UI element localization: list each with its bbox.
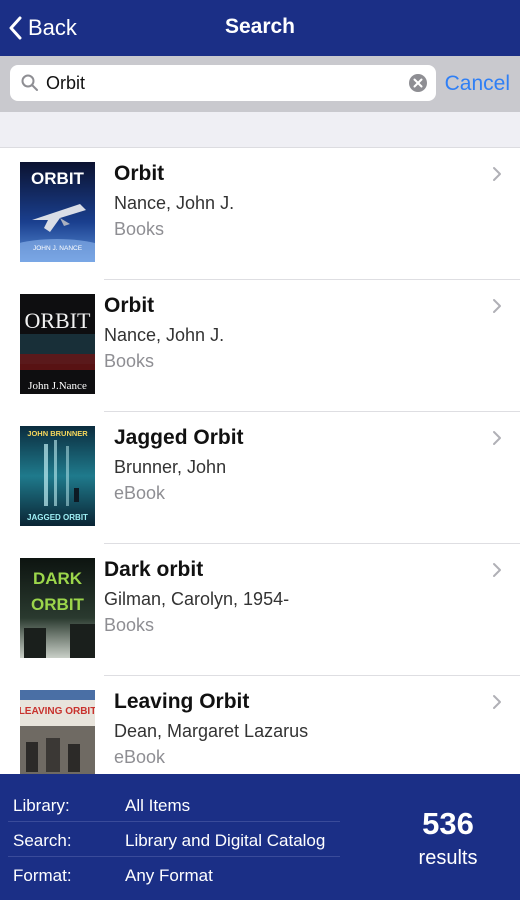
- result-title: Leaving Orbit: [114, 690, 250, 713]
- cover-author-text: JOHN J. NANCE: [33, 245, 83, 252]
- result-item[interactable]: DARK ORBIT Dark orbit Gilman, Carolyn, 1…: [0, 544, 520, 676]
- result-format: Books: [104, 351, 155, 371]
- format-filter-row[interactable]: Format: Any Format: [0, 856, 340, 892]
- library-value: All Items: [125, 796, 191, 815]
- result-item[interactable]: JOHN BRUNNER JAGGED ORBIT Jagged Orbit B…: [0, 412, 520, 544]
- back-button[interactable]: Back: [8, 12, 77, 44]
- chevron-left-icon: [8, 16, 22, 40]
- result-info: Orbit Nance, John J. Books: [104, 294, 480, 372]
- chevron-right-icon: [492, 430, 502, 451]
- page-title: Search: [224, 15, 296, 38]
- cover-author-text: JAGGED ORBIT: [27, 513, 88, 522]
- search-bar: Cancel: [0, 56, 520, 112]
- book-cover-image: JOHN BRUNNER JAGGED ORBIT: [20, 426, 95, 526]
- result-author: Nance, John J.: [104, 325, 225, 345]
- navigation-bar: Back Search: [0, 0, 520, 56]
- result-author: Dean, Margaret Lazarus: [114, 721, 309, 741]
- library-label: Library:: [13, 796, 70, 815]
- library-filter-row[interactable]: Library: All Items: [0, 786, 340, 822]
- chevron-right-icon: [492, 694, 502, 715]
- search-scope-value: Library and Digital Catalog: [125, 831, 326, 850]
- chevron-right-icon: [492, 166, 502, 187]
- result-author: Nance, John J.: [114, 193, 235, 213]
- search-input[interactable]: [46, 72, 396, 94]
- book-cover-image: ORBIT JOHN J. NANCE: [20, 162, 95, 262]
- chevron-right-icon: [492, 562, 502, 583]
- result-info: Orbit Nance, John J. Books: [114, 162, 480, 240]
- back-label: Back: [28, 15, 77, 40]
- cover-title-text: DARK: [33, 569, 83, 588]
- search-field[interactable]: [10, 65, 436, 101]
- cover-subtitle-text: ORBIT: [31, 595, 85, 614]
- search-scope-row[interactable]: Search: Library and Digital Catalog: [0, 821, 340, 857]
- result-title: Jagged Orbit: [114, 426, 244, 449]
- cover-title-text: ORBIT: [31, 169, 85, 188]
- result-title: Orbit: [104, 294, 155, 317]
- chevron-right-icon: [492, 298, 502, 319]
- cover-title-text: ORBIT: [25, 308, 92, 333]
- cover-author-text: John J.Nance: [28, 380, 87, 392]
- format-value: Any Format: [125, 866, 213, 885]
- result-format: Books: [104, 615, 155, 635]
- cover-title-text: JOHN BRUNNER: [27, 429, 88, 438]
- book-cover-image: ORBIT John J.Nance: [20, 294, 95, 394]
- cancel-button[interactable]: Cancel: [445, 72, 510, 96]
- result-title: Orbit: [114, 162, 165, 185]
- results-list[interactable]: ORBIT JOHN J. NANCE Orbit Nance, John J.…: [0, 148, 520, 774]
- result-item[interactable]: ORBIT JOHN J. NANCE Orbit Nance, John J.…: [0, 148, 520, 280]
- book-cover-image: LEAVING ORBIT: [20, 690, 95, 774]
- result-info: Leaving Orbit Dean, Margaret Lazarus eBo…: [114, 690, 480, 768]
- search-scope-label: Search:: [13, 831, 72, 850]
- magnifier-icon: [20, 73, 40, 93]
- section-spacer: [0, 112, 520, 148]
- result-format: eBook: [114, 483, 166, 503]
- result-info: Jagged Orbit Brunner, John eBook: [114, 426, 480, 504]
- book-cover-image: DARK ORBIT: [20, 558, 95, 658]
- result-item[interactable]: LEAVING ORBIT Leaving Orbit Dean, Margar…: [0, 676, 520, 774]
- results-count: 536: [422, 806, 474, 841]
- results-count-label: results: [418, 847, 478, 869]
- result-info: Dark orbit Gilman, Carolyn, 1954- Books: [104, 558, 480, 636]
- cover-title-text: LEAVING ORBIT: [20, 706, 95, 717]
- search-summary-footer[interactable]: Library: All Items Search: Library and D…: [0, 774, 520, 900]
- format-label: Format:: [13, 866, 72, 885]
- result-title: Dark orbit: [104, 558, 204, 581]
- result-format: Books: [114, 219, 165, 239]
- clear-circle-icon[interactable]: [408, 73, 428, 93]
- result-author: Gilman, Carolyn, 1954-: [104, 589, 290, 609]
- result-item[interactable]: ORBIT John J.Nance Orbit Nance, John J. …: [0, 280, 520, 412]
- result-format: eBook: [114, 747, 166, 767]
- result-author: Brunner, John: [114, 457, 227, 477]
